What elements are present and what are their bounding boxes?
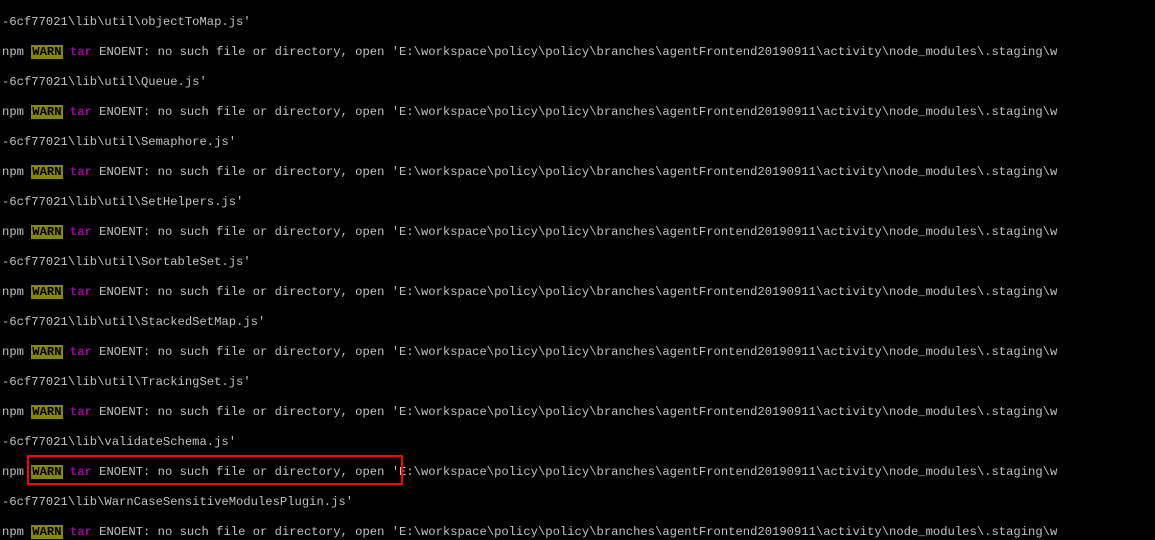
tar-tag: tar bbox=[70, 285, 92, 299]
warn-badge: WARN bbox=[31, 345, 62, 359]
log-line: npm WARN tar ENOENT: no such file or dir… bbox=[2, 105, 1153, 120]
log-line: -6cf77021\lib\util\Semaphore.js' bbox=[2, 135, 1153, 150]
log-line: npm WARN tar ENOENT: no such file or dir… bbox=[2, 525, 1153, 540]
log-line: npm WARN tar ENOENT: no such file or dir… bbox=[2, 165, 1153, 180]
log-line: -6cf77021\lib\util\Queue.js' bbox=[2, 75, 1153, 90]
tar-tag: tar bbox=[70, 345, 92, 359]
warn-badge: WARN bbox=[31, 465, 62, 479]
log-line: npm WARN tar ENOENT: no such file or dir… bbox=[2, 45, 1153, 60]
warn-badge: WARN bbox=[31, 285, 62, 299]
log-line: -6cf77021\lib\validateSchema.js' bbox=[2, 435, 1153, 450]
log-line: npm WARN tar ENOENT: no such file or dir… bbox=[2, 405, 1153, 420]
tar-tag: tar bbox=[70, 45, 92, 59]
log-line: npm WARN tar ENOENT: no such file or dir… bbox=[2, 465, 1153, 480]
log-line: npm WARN tar ENOENT: no such file or dir… bbox=[2, 285, 1153, 300]
log-line: -6cf77021\lib\WarnCaseSensitiveModulesPl… bbox=[2, 495, 1153, 510]
tar-tag: tar bbox=[70, 465, 92, 479]
log-line: -6cf77021\lib\util\TrackingSet.js' bbox=[2, 375, 1153, 390]
warn-badge: WARN bbox=[31, 165, 62, 179]
warn-badge: WARN bbox=[31, 105, 62, 119]
tar-tag: tar bbox=[70, 225, 92, 239]
terminal-output: -6cf77021\lib\util\objectToMap.js' npm W… bbox=[0, 0, 1155, 540]
log-line: npm WARN tar ENOENT: no such file or dir… bbox=[2, 345, 1153, 360]
tar-tag: tar bbox=[70, 525, 92, 539]
log-line: -6cf77021\lib\util\SortableSet.js' bbox=[2, 255, 1153, 270]
log-line: -6cf77021\lib\util\objectToMap.js' bbox=[2, 15, 1153, 30]
warn-badge: WARN bbox=[31, 225, 62, 239]
log-line: -6cf77021\lib\util\SetHelpers.js' bbox=[2, 195, 1153, 210]
tar-tag: tar bbox=[70, 165, 92, 179]
log-line: -6cf77021\lib\util\StackedSetMap.js' bbox=[2, 315, 1153, 330]
warn-badge: WARN bbox=[31, 45, 62, 59]
tar-tag: tar bbox=[70, 105, 92, 119]
warn-badge: WARN bbox=[31, 405, 62, 419]
tar-tag: tar bbox=[70, 405, 92, 419]
warn-badge: WARN bbox=[31, 525, 62, 539]
log-line: npm WARN tar ENOENT: no such file or dir… bbox=[2, 225, 1153, 240]
